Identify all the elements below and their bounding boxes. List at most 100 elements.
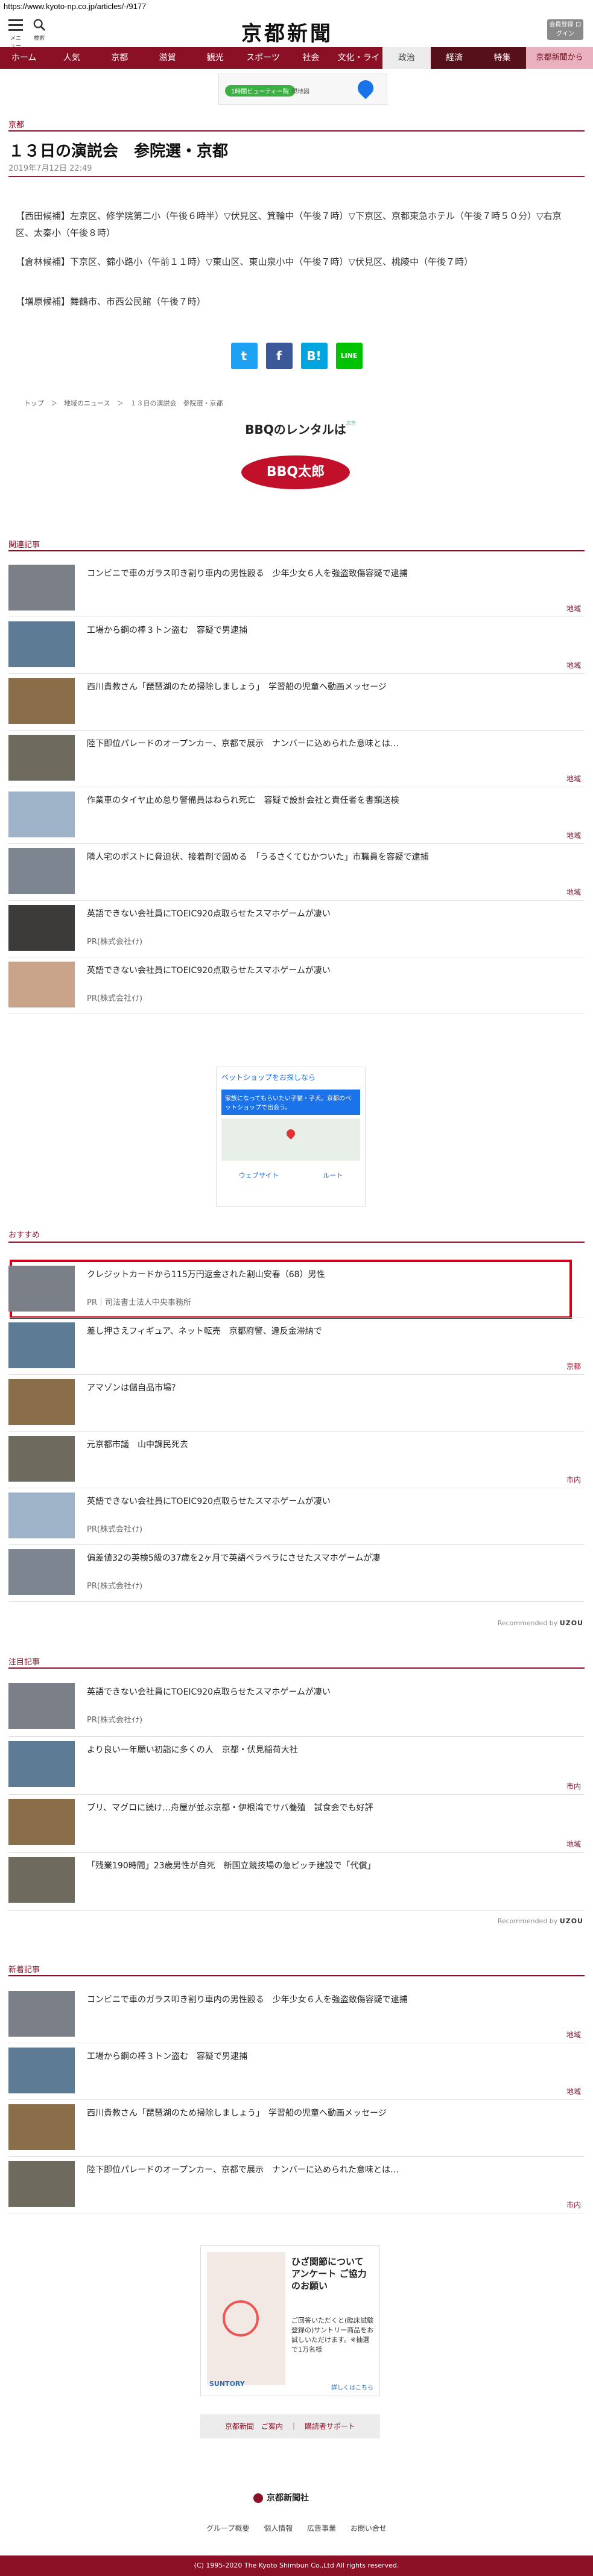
related-title[interactable]: 英語できない会社員にTOEIC920点取らせたスマホゲームが凄い (87, 907, 582, 919)
search-button[interactable]: 検索 (30, 18, 48, 42)
attention-title[interactable]: 英語できない会社員にTOEIC920点取らせたスマホゲームが凄い (87, 1686, 582, 1698)
related-item[interactable]: 工場から鋼の棒３トン盗む 容疑で男逮捕地域 (8, 618, 585, 674)
related-item[interactable]: 英語できない会社員にTOEIC920点取らせたスマホゲームが凄い PR(株式会社ｲ… (8, 958, 585, 1015)
category-label[interactable]: 市内 (566, 1781, 581, 1791)
nav-economy[interactable]: 経済 (430, 47, 478, 69)
attention-item[interactable]: 「残業190時間」23歳男性が自死 新国立競技場の急ピッチ建設で「代償」 (8, 1853, 585, 1911)
category-label[interactable]: 地域 (566, 2086, 581, 2096)
recommend-item[interactable]: 英語できない会社員にTOEIC920点取らせたスマホゲームが凄い PR(株式会社ｲ… (8, 1489, 585, 1546)
nav-tourism[interactable]: 観光 (191, 47, 239, 69)
nav-features[interactable]: 特集 (478, 47, 527, 69)
footer-link[interactable]: お問い合せ (350, 2524, 387, 2533)
thumbnail[interactable] (8, 2104, 75, 2150)
thumbnail[interactable] (8, 1266, 75, 1312)
nav-society[interactable]: 社会 (287, 47, 335, 69)
latest-item[interactable]: コンビニで車のガラス叩き割り車内の男性殴る 少年少女６人を強盗致傷容疑で逮捕地域 (8, 1987, 585, 2044)
bbq-ad[interactable]: BBQのレンタルは 広告 BBQ太郎 (235, 420, 356, 489)
related-item[interactable]: 西川貴教さん「琵琶湖のため掃除しましょう」 学習船の児童へ動画メッセージ (8, 674, 585, 731)
category-label[interactable]: 地域 (566, 887, 581, 897)
category-label[interactable]: 地域 (566, 2029, 581, 2040)
latest-title[interactable]: 西川貴教さん「琵琶湖のため掃除しましょう」 学習船の児童へ動画メッセージ (87, 2107, 582, 2119)
recommend-title[interactable]: 偏差値32の英検5級の37歳を2ヶ月で英語ペラペラにさせたスマホゲームが凄 (87, 1552, 582, 1564)
thumbnail[interactable] (8, 1436, 75, 1482)
recommend-title[interactable]: 英語できない会社員にTOEIC920点取らせたスマホゲームが凄い (87, 1495, 582, 1507)
attention-title[interactable]: ブリ、マグロに続け…舟屋が並ぶ京都・伊根湾でサバ養殖 試食会でも好評 (87, 1801, 582, 1813)
category-label[interactable]: 地域 (566, 660, 581, 670)
article-section-label[interactable]: 京都 (8, 118, 24, 130)
site-logo[interactable]: 京都新聞 (241, 17, 333, 46)
thumbnail[interactable] (8, 905, 75, 951)
recommend-item[interactable]: 偏差値32の英検5級の37歳を2ヶ月で英語ペラペラにさせたスマホゲームが凄 PR(… (8, 1546, 585, 1602)
thumbnail[interactable] (8, 1857, 75, 1903)
thumbnail[interactable] (8, 565, 75, 611)
footer-logo[interactable]: 京都新聞社 (253, 2492, 309, 2504)
nav-kyoto[interactable]: 京都 (96, 47, 144, 69)
attention-item[interactable]: 英語できない会社員にTOEIC920点取らせたスマホゲームが凄い PR(株式会社ｲ… (8, 1680, 585, 1737)
related-title[interactable]: コンビニで車のガラス叩き割り車内の男性殴る 少年少女６人を強盗致傷容疑で逮捕 (87, 567, 582, 579)
breadcrumb[interactable]: トップ ＞ 地域のニュース ＞ １３日の演説会 参院選・京都 (24, 398, 223, 408)
hatena-share-icon[interactable]: B! (300, 343, 328, 369)
nav-shiga[interactable]: 滋賀 (144, 47, 191, 69)
top-ad[interactable]: 1時間ビューティー院 現地図 (218, 74, 387, 105)
thumbnail[interactable] (8, 1799, 75, 1845)
latest-item[interactable]: 工場から鋼の棒３トン盗む 容疑で男逮捕地域 (8, 2044, 585, 2101)
nav-from-kyoto-shimbun[interactable]: 京都新聞から (526, 47, 593, 69)
attention-title[interactable]: より良い一年願い初詣に多くの人 京都・伏見稲荷大社 (87, 1743, 582, 1756)
thumbnail[interactable] (8, 1991, 75, 2037)
suntory-more-link[interactable]: 詳しくはこちら (331, 2382, 373, 2391)
recommend-title[interactable]: 差し押さえフィギュア、ネット転売 京都府警、違反金滞納で (87, 1325, 582, 1337)
website-button[interactable]: ウェブサイト (239, 1170, 279, 1180)
recommend-title[interactable]: 元京都市議 山中課民死去 (87, 1438, 582, 1450)
thumbnail[interactable] (8, 962, 75, 1007)
recommend-item[interactable]: アマゾンは儲自品市場？ (8, 1375, 585, 1432)
category-label[interactable]: 市内 (566, 2200, 581, 2210)
latest-title[interactable]: 工場から鋼の棒３トン盗む 容疑で男逮捕 (87, 2050, 582, 2062)
latest-title[interactable]: 陸下即位パレードのオープンカー、京都で展示 ナンバーに込められた意味とは… (87, 2163, 582, 2175)
related-item[interactable]: 陸下即位パレードのオープンカー、京都で展示 ナンバーに込められた意味とは… 地域 (8, 731, 585, 788)
footer-link[interactable]: グループ概要 (206, 2524, 249, 2533)
related-title[interactable]: 作業車のタイヤ止め怠り警備員はねられ死亡 容疑で設計会社と責任者を書類送検 (87, 794, 582, 806)
attention-title[interactable]: 「残業190時間」23歳男性が自死 新国立競技場の急ピッチ建設で「代償」 (87, 1859, 582, 1871)
login-button[interactable]: 会員登録 ログイン (547, 19, 583, 40)
related-title[interactable]: 工場から鋼の棒３トン盗む 容疑で男逮捕 (87, 624, 582, 636)
nav-sports[interactable]: スポーツ (239, 47, 287, 69)
line-share-icon[interactable]: LINE (335, 343, 363, 369)
nav-politics[interactable]: 政治 (382, 47, 431, 69)
nav-home[interactable]: ホーム (0, 47, 48, 69)
related-item[interactable]: 作業車のタイヤ止め怠り警備員はねられ死亡 容疑で設計会社と責任者を書類送検 地域 (8, 788, 585, 845)
related-title[interactable]: 英語できない会社員にTOEIC920点取らせたスマホゲームが凄い (87, 964, 582, 976)
thumbnail[interactable] (8, 735, 75, 781)
attention-item[interactable]: ブリ、マグロに続け…舟屋が並ぶ京都・伊根湾でサバ養殖 試食会でも好評地域 (8, 1795, 585, 1853)
category-label[interactable]: 地域 (566, 603, 581, 614)
subscribe-link[interactable]: 京都新聞 ご案内 ｜ 購読者サポート (200, 2414, 380, 2438)
thumbnail[interactable] (8, 2048, 75, 2093)
thumbnail[interactable] (8, 1493, 75, 1538)
recommend-item[interactable]: 元京都市議 山中課民死去市内 (8, 1432, 585, 1489)
thumbnail[interactable] (8, 848, 75, 894)
thumbnail[interactable] (8, 621, 75, 667)
latest-item[interactable]: 西川貴教さん「琵琶湖のため掃除しましょう」 学習船の児童へ動画メッセージ (8, 2101, 585, 2157)
map-ad[interactable]: ペットショップをお探しなら 家族になってもらいたい子猫・子犬。京都のペットショッ… (216, 1067, 366, 1207)
nav-popular[interactable]: 人気 (48, 47, 95, 69)
related-title[interactable]: 西川貴教さん「琵琶湖のため掃除しましょう」 学習船の児童へ動画メッセージ (87, 680, 582, 693)
menu-button[interactable]: メニュー (8, 19, 23, 49)
route-button[interactable]: ルート (323, 1170, 343, 1180)
latest-item[interactable]: 陸下即位パレードのオープンカー、京都で展示 ナンバーに込められた意味とは… 市内 (8, 2157, 585, 2214)
attention-item[interactable]: より良い一年願い初詣に多くの人 京都・伏見稲荷大社市内 (8, 1737, 585, 1795)
facebook-share-icon[interactable]: f (265, 343, 293, 369)
recommend-item[interactable]: 差し押さえフィギュア、ネット転売 京都府警、違反金滞納で京都 (8, 1319, 585, 1375)
thumbnail[interactable] (8, 678, 75, 724)
thumbnail[interactable] (8, 1741, 75, 1787)
category-label[interactable]: 市内 (566, 1474, 581, 1485)
latest-title[interactable]: コンビニで車のガラス叩き割り車内の男性殴る 少年少女６人を強盗致傷容疑で逮捕 (87, 1993, 582, 2005)
related-item[interactable]: コンビニで車のガラス叩き割り車内の男性殴る 少年少女６人を強盗致傷容疑で逮捕地域 (8, 561, 585, 618)
recommend-item[interactable]: クレジットカードから115万円返金された割山安春（68）男性 PR｜司法書士法人中… (8, 1262, 585, 1319)
thumbnail[interactable] (8, 2161, 75, 2207)
category-label[interactable]: 地域 (566, 1839, 581, 1849)
footer-link[interactable]: 広告事業 (307, 2524, 336, 2533)
related-item[interactable]: 英語できない会社員にTOEIC920点取らせたスマホゲームが凄い PR(株式会社ｲ… (8, 901, 585, 958)
browser-url[interactable]: https://www.kyoto-np.co.jp/articles/-/91… (0, 0, 593, 13)
thumbnail[interactable] (8, 1322, 75, 1368)
category-label[interactable]: 京都 (566, 1361, 581, 1371)
thumbnail[interactable] (8, 1379, 75, 1425)
